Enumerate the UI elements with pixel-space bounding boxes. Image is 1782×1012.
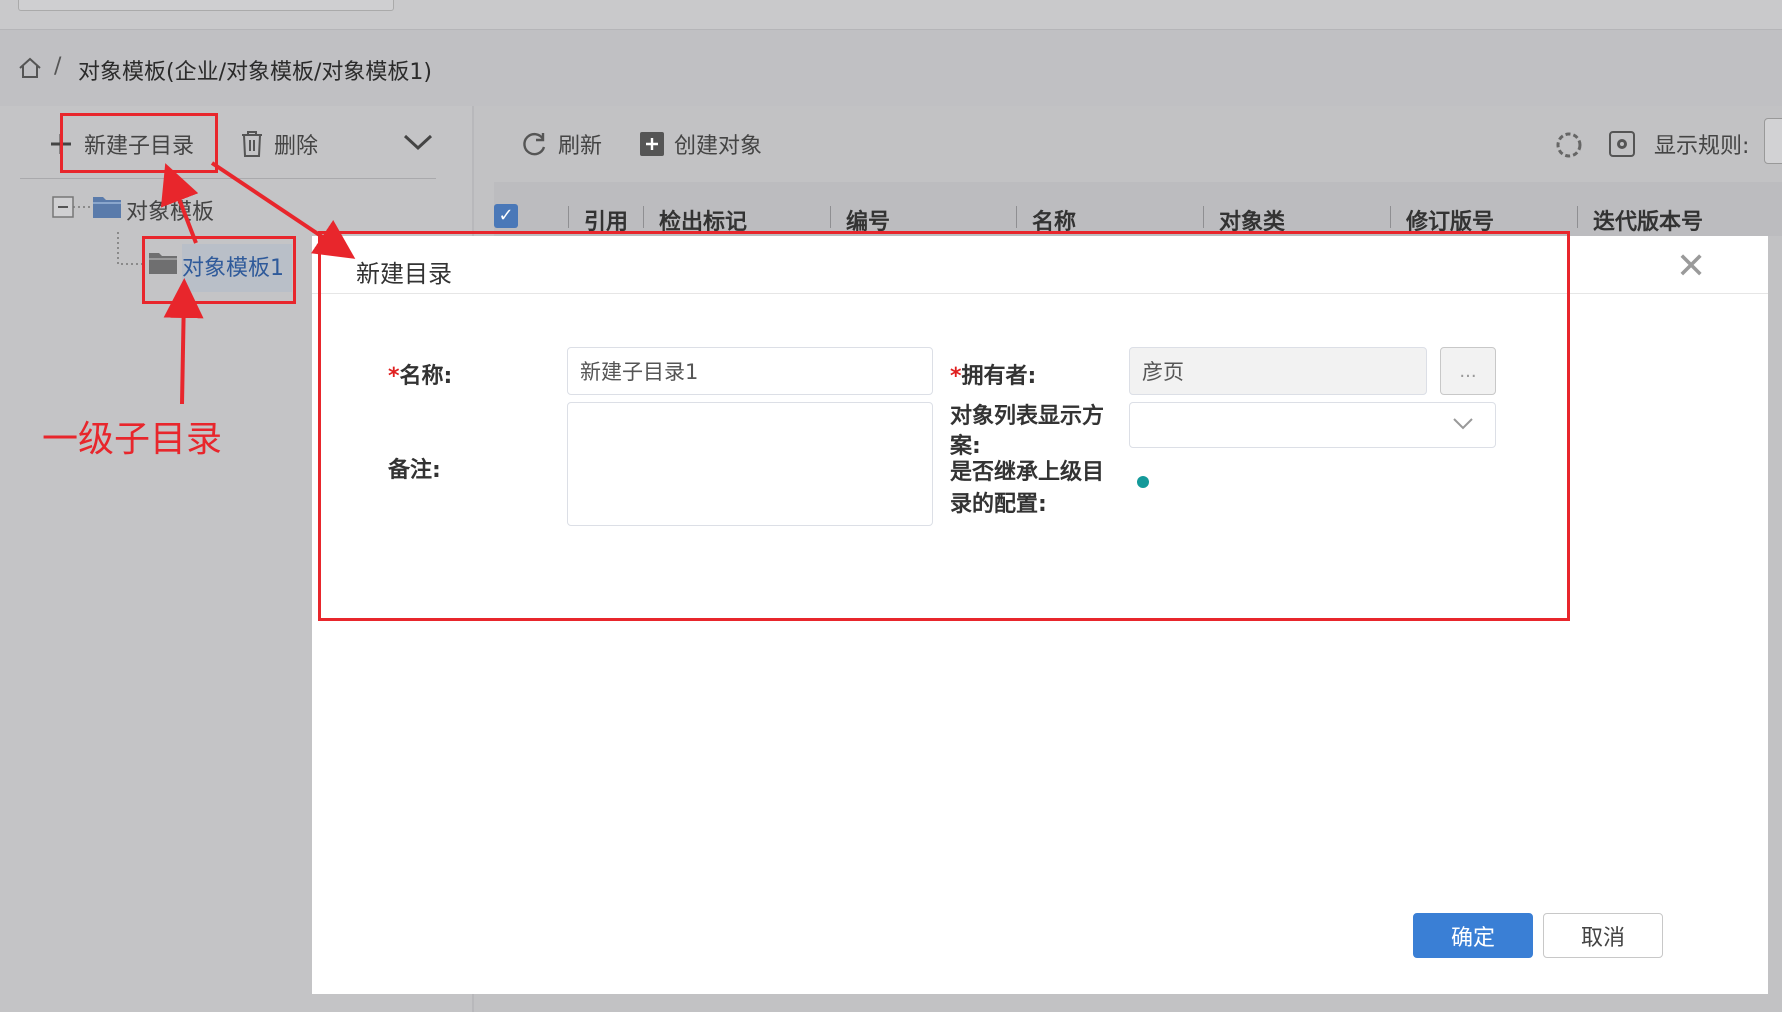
annotation-arrows [160, 161, 356, 405]
